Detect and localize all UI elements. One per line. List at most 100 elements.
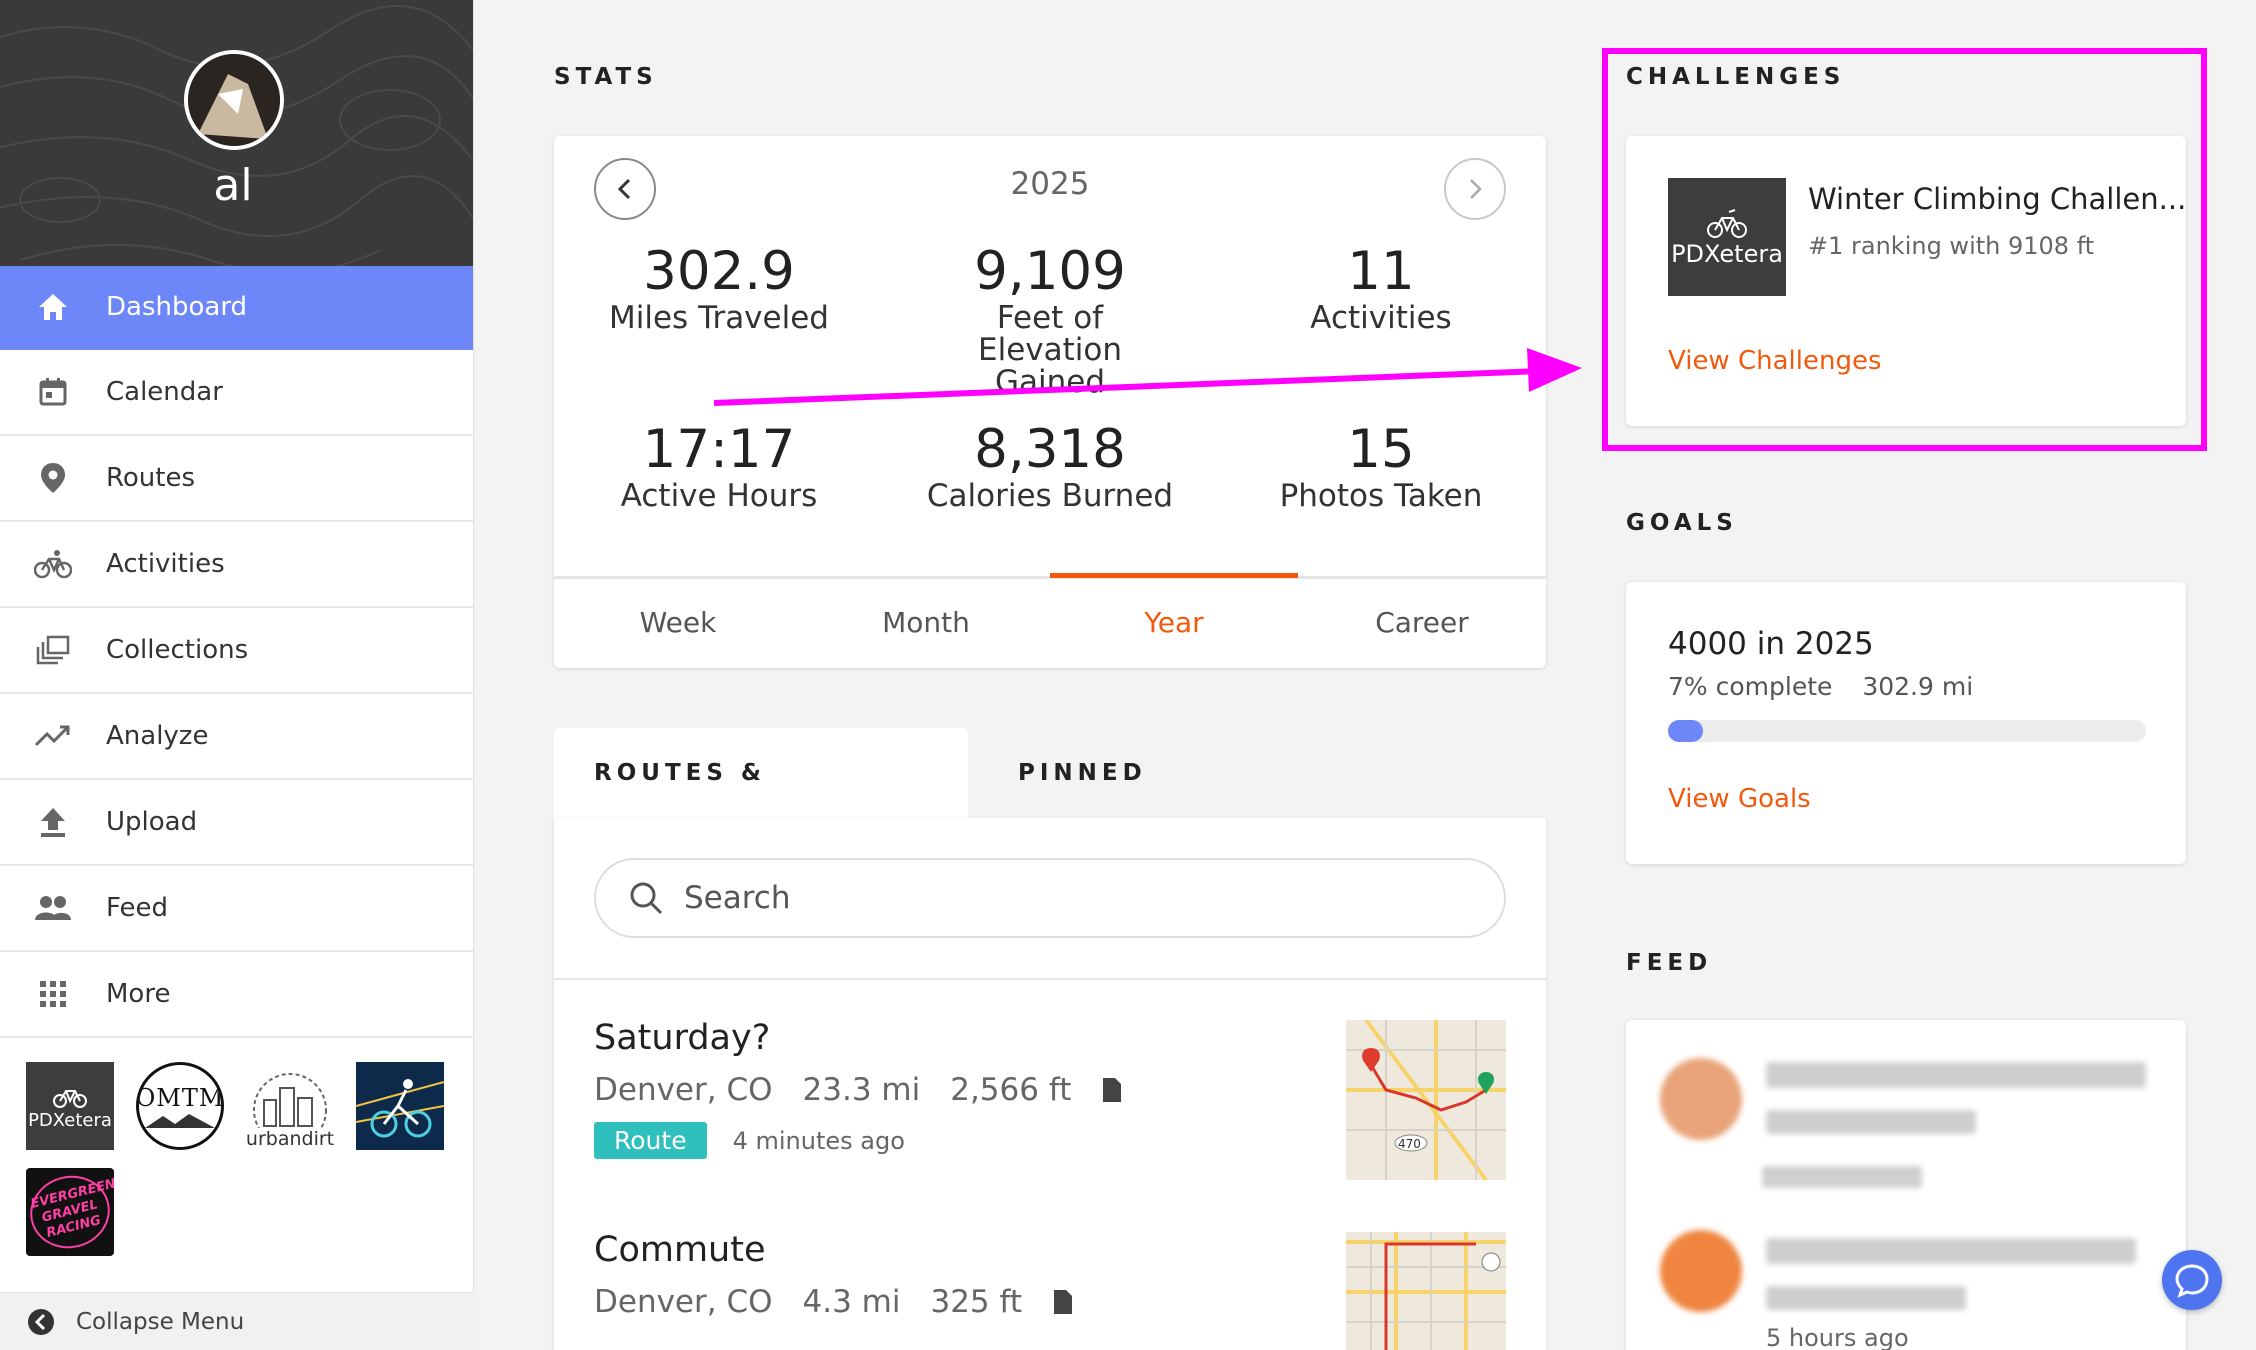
route-location: Denver, CO <box>594 1284 773 1320</box>
view-goals-link[interactable]: View Goals <box>1668 784 1811 814</box>
stat-label: Active Hours <box>620 478 818 514</box>
mountain-icon <box>145 1114 215 1128</box>
feed-item-text <box>1766 1238 2136 1264</box>
route-time: 4 minutes ago <box>732 1126 905 1155</box>
stat-label: Miles Traveled <box>609 300 829 336</box>
divider <box>554 978 1546 980</box>
challenge-ranking: #1 ranking with 9108 ft <box>1808 232 2095 260</box>
nav-menu: Dashboard Calendar Routes Activities Col… <box>0 266 473 1038</box>
feed-item-text <box>1762 1166 1922 1188</box>
feed-item-text <box>1766 1110 1976 1134</box>
nav-item-feed[interactable]: Feed <box>0 866 473 952</box>
skyline-icon <box>253 1073 327 1128</box>
stat-label: Calories Burned <box>926 478 1174 514</box>
goal-progress-text: 7% complete 302.9 mi <box>1668 672 1973 701</box>
avatar-image <box>188 54 280 146</box>
feed-avatar[interactable] <box>1660 1058 1742 1140</box>
upload-icon <box>0 806 106 838</box>
challenge-card: PDXetera Winter Climbing Challen... #1 r… <box>1626 136 2186 426</box>
chat-bubble-icon <box>2175 1264 2209 1298</box>
tab-month[interactable]: Month <box>802 579 1050 668</box>
goal-name: 4000 in 2025 <box>1668 626 1874 662</box>
stat-value: 15 <box>1347 419 1415 480</box>
stat-value: 17:17 <box>642 419 796 480</box>
route-elevation: 2,566 ft <box>950 1072 1072 1108</box>
profile-header: al <box>0 0 473 266</box>
nav-item-routes[interactable]: Routes <box>0 436 473 522</box>
goal-progress-fill <box>1668 720 1703 742</box>
goal-distance: 302.9 mi <box>1862 672 1974 701</box>
tab-career[interactable]: Career <box>1298 579 1546 668</box>
year-label: 2025 <box>1010 166 1090 202</box>
club-urbandirt[interactable]: urbandirt <box>246 1062 334 1150</box>
bike-icon <box>1707 209 1747 238</box>
feed-item-text <box>1766 1062 2146 1088</box>
nav-item-label: Collections <box>106 635 249 665</box>
challenge-club-name: PDXetera <box>1671 240 1783 268</box>
nav-item-label: Feed <box>106 893 169 923</box>
nav-item-activities[interactable]: Activities <box>0 522 473 608</box>
nav-item-more[interactable]: More <box>0 952 473 1038</box>
tab-routes-activities[interactable]: ROUTES & ACTIVITIES <box>554 728 968 876</box>
tab-week[interactable]: Week <box>554 579 802 668</box>
challenge-club-logo[interactable]: PDXetera <box>1668 178 1786 296</box>
calendar-icon <box>0 377 106 407</box>
nav-item-dashboard[interactable]: Dashboard <box>0 266 473 350</box>
goal-percent: 7% complete <box>1668 672 1833 701</box>
svg-text:470: 470 <box>1398 1137 1421 1151</box>
club-cyclist-art[interactable] <box>356 1062 444 1150</box>
route-elevation: 325 ft <box>930 1284 1023 1320</box>
nav-item-label: Activities <box>106 549 225 579</box>
stats-title: STATS <box>554 64 658 90</box>
club-name: PDXetera <box>28 1109 112 1131</box>
stats-card: 2025 302.9 Miles Traveled 9,109 Feet of … <box>554 136 1546 668</box>
route-map-thumbnail[interactable] <box>1346 1232 1506 1350</box>
nav-item-label: Analyze <box>106 721 209 751</box>
cyclist-image <box>356 1062 444 1150</box>
stat-value: 9,109 <box>974 241 1126 302</box>
view-challenges-link[interactable]: View Challenges <box>1668 346 1882 376</box>
goals-title: GOALS <box>1626 510 1738 536</box>
search-placeholder: Search <box>684 880 791 916</box>
challenge-name[interactable]: Winter Climbing Challen... <box>1808 182 2186 216</box>
club-evergreen-gravel-racing[interactable]: EVERGREEN GRAVEL RACING <box>26 1168 114 1256</box>
nav-item-label: Routes <box>106 463 196 493</box>
stat-photos: 15 Photos Taken <box>1216 419 1546 513</box>
next-year-button[interactable] <box>1444 158 1506 220</box>
stat-miles: 302.9 Miles Traveled <box>554 242 884 336</box>
club-name: OMTM <box>136 1084 224 1112</box>
document-icon <box>1054 1290 1073 1314</box>
period-tabs: Week Month Year Career <box>554 573 1546 668</box>
stat-calories: 8,318 Calories Burned <box>885 420 1215 514</box>
route-map-thumbnail[interactable]: 470 <box>1346 1020 1506 1180</box>
people-icon <box>0 895 106 921</box>
route-distance: 4.3 mi <box>802 1284 901 1320</box>
stat-elevation: 9,109 Feet of Elevation Gained <box>885 241 1215 399</box>
feed-avatar[interactable] <box>1660 1230 1742 1312</box>
goal-card: 4000 in 2025 7% complete 302.9 mi View G… <box>1626 582 2186 864</box>
chat-button[interactable] <box>2162 1250 2222 1310</box>
tab-pinned[interactable]: PINNED <box>1018 728 1218 818</box>
chevron-right-icon <box>1470 179 1482 199</box>
nav-item-upload[interactable]: Upload <box>0 780 473 866</box>
trend-icon <box>0 723 106 749</box>
search-input[interactable]: Search <box>594 858 1506 938</box>
nav-item-analyze[interactable]: Analyze <box>0 694 473 780</box>
collapse-menu-button[interactable]: Collapse Menu <box>0 1292 474 1350</box>
stat-active-hours: 17:17 Active Hours <box>554 419 884 514</box>
map-pin-icon <box>0 462 106 494</box>
sidebar: al Dashboard Calendar Routes Activities … <box>0 0 474 1350</box>
document-icon <box>1103 1078 1122 1102</box>
nav-item-collections[interactable]: Collections <box>0 608 473 694</box>
username: al <box>213 160 253 211</box>
club-name: urbandirt <box>246 1128 334 1150</box>
nav-item-label: Upload <box>106 807 198 837</box>
club-pdxetera[interactable]: PDXetera <box>26 1062 114 1150</box>
nav-item-label: Dashboard <box>106 292 248 322</box>
club-omtm[interactable]: OMTM <box>136 1062 224 1150</box>
nav-item-calendar[interactable]: Calendar <box>0 350 473 436</box>
feed-title: FEED <box>1626 950 1713 976</box>
feed-item-text <box>1766 1286 1966 1310</box>
tab-year[interactable]: Year <box>1050 573 1298 668</box>
avatar[interactable] <box>184 50 284 150</box>
